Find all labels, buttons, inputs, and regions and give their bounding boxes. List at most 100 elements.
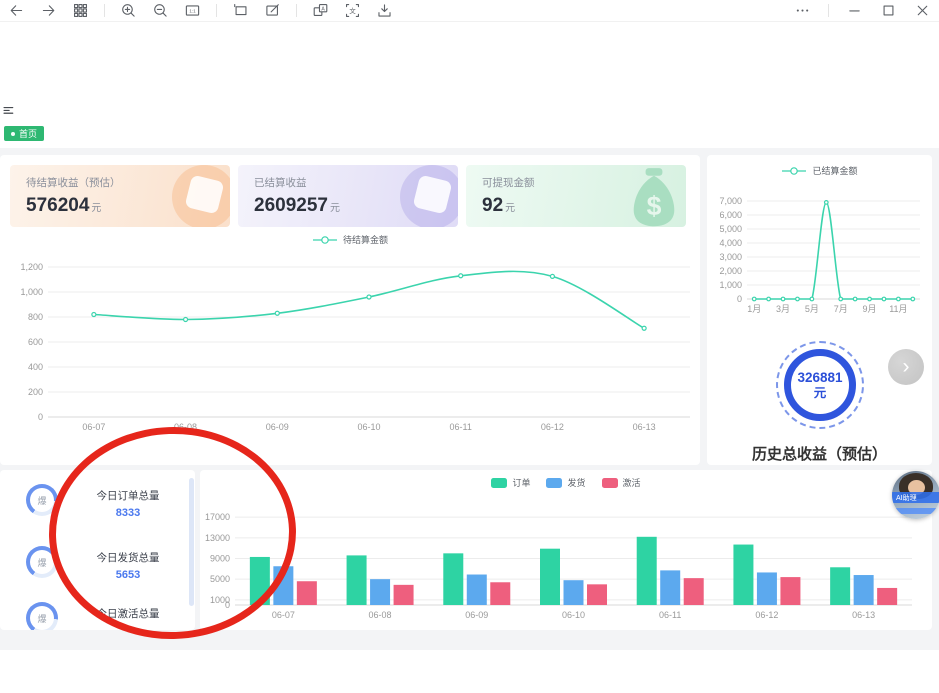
svg-text:4,000: 4,000 [719, 238, 742, 248]
tab-home[interactable]: 首页 [4, 126, 44, 141]
gauge-ring-icon: 爆 [26, 546, 58, 578]
history-total-unit: 元 [814, 386, 827, 400]
svg-text:1,200: 1,200 [20, 262, 43, 272]
legend-item-2[interactable]: 发货 [546, 476, 585, 489]
dashboard-content: 待结算收益（预估）576204元已结算收益2609257元$可提现金额92元 待… [0, 148, 939, 650]
settled-monthly-chart[interactable]: 01,0002,0003,0004,0005,0006,0007,0001月3月… [707, 179, 932, 331]
svg-text:11月: 11月 [889, 304, 907, 314]
edit-icon[interactable] [264, 2, 281, 19]
card-value: 2609257 [254, 195, 328, 216]
legend-label: 待结算金额 [343, 233, 388, 246]
svg-text:7月: 7月 [834, 304, 848, 314]
download-icon[interactable] [376, 2, 393, 19]
ai-assistant-substrip [892, 508, 939, 514]
today-stats-panel: 爆今日订单总量8333爆今日发货总量5653爆今日激活总量 [0, 470, 195, 630]
stat-value: 8333 [68, 507, 188, 519]
svg-text:3,000: 3,000 [719, 252, 742, 262]
svg-text:$: $ [647, 191, 662, 221]
zoom-out-icon[interactable] [152, 2, 169, 19]
legend-label: 订单 [512, 476, 530, 489]
svg-text:06-08: 06-08 [174, 422, 197, 432]
card-unit: 元 [505, 203, 515, 214]
svg-text:0: 0 [38, 412, 43, 422]
close-icon[interactable] [914, 2, 931, 19]
legend-item-3[interactable]: 激活 [602, 476, 641, 489]
svg-text:06-13: 06-13 [852, 610, 875, 620]
actual-size-icon[interactable]: 1:1 [184, 2, 201, 19]
toolbar-separator [104, 4, 105, 17]
apps-grid-icon[interactable] [72, 2, 89, 19]
legend-label: 激活 [623, 476, 641, 489]
summary-card-purple: 已结算收益2609257元 [238, 165, 458, 227]
translate-icon[interactable]: A [312, 2, 329, 19]
svg-text:1月: 1月 [747, 304, 761, 314]
history-total-ring: 326881 元 [776, 341, 864, 429]
ai-assistant-avatar[interactable]: AI助理 [892, 471, 939, 519]
svg-text:A: A [321, 6, 325, 12]
svg-text:06-12: 06-12 [755, 610, 778, 620]
gauge-badge: 爆 [26, 484, 58, 516]
svg-text:06-07: 06-07 [272, 610, 295, 620]
svg-text:5月: 5月 [805, 304, 819, 314]
svg-text:200: 200 [28, 387, 43, 397]
toolbar-separator [296, 4, 297, 17]
svg-text:800: 800 [28, 312, 43, 322]
forward-icon[interactable] [40, 2, 57, 19]
zoom-in-icon[interactable] [120, 2, 137, 19]
minimize-icon[interactable] [846, 2, 863, 19]
app-window: 1:1A文 首页 待结算收益（预估）576204元已结算收益2609257元$可… [0, 0, 939, 693]
collapse-menu-icon[interactable] [2, 104, 18, 120]
tab-home-label: 首页 [19, 127, 37, 140]
svg-text:06-08: 06-08 [369, 610, 392, 620]
toolbar-left-group: 1:1 A 文 [8, 2, 393, 19]
gauge-badge: 爆 [26, 602, 58, 630]
stats-scrollbar[interactable] [189, 478, 194, 606]
svg-text:2,000: 2,000 [719, 266, 742, 276]
svg-text:06-13: 06-13 [633, 422, 656, 432]
toolbar-separator [216, 4, 217, 17]
history-total-value: 326881 [797, 370, 842, 386]
svg-text:文: 文 [349, 6, 356, 15]
pending-settlement-chart[interactable]: 02004006008001,0001,20006-0706-0806-0906… [0, 247, 700, 447]
window-controls-group [794, 2, 931, 19]
legend-swatch-icon [491, 478, 507, 488]
svg-text:9000: 9000 [210, 554, 230, 564]
stat-value: 5653 [68, 569, 188, 581]
svg-text:06-11: 06-11 [659, 610, 681, 620]
text-select-icon[interactable]: 文 [344, 2, 361, 19]
daily-metrics-panel: 订单发货激活 0100050009000130001700006-0706-08… [200, 470, 932, 630]
gauge-ring-icon: 爆 [26, 602, 58, 630]
pending-settlement-legend[interactable]: 待结算金额 [0, 233, 700, 246]
line-legend-marker-icon [781, 166, 807, 176]
svg-text:9月: 9月 [863, 304, 877, 314]
daily-metrics-legend[interactable]: 订单 发货 激活 [200, 476, 932, 489]
maximize-icon[interactable] [880, 2, 897, 19]
more-icon[interactable] [794, 2, 811, 19]
legend-label: 发货 [567, 476, 585, 489]
summary-card-green: $可提现金额92元 [466, 165, 686, 227]
svg-text:06-09: 06-09 [465, 610, 488, 620]
card-unit: 元 [330, 203, 340, 214]
summary-cards: 待结算收益（预估）576204元已结算收益2609257元$可提现金额92元 [10, 165, 686, 227]
svg-text:13000: 13000 [205, 533, 230, 543]
line-legend-marker-icon [312, 235, 338, 245]
svg-text:06-09: 06-09 [266, 422, 289, 432]
legend-swatch-icon [546, 478, 562, 488]
legend-label: 已结算金额 [812, 164, 857, 177]
settled-monthly-legend[interactable]: 已结算金额 [707, 164, 932, 177]
svg-text:06-11: 06-11 [450, 422, 472, 432]
svg-text:6,000: 6,000 [719, 210, 742, 220]
back-icon[interactable] [8, 2, 25, 19]
legend-item-1[interactable]: 订单 [491, 476, 530, 489]
svg-text:17000: 17000 [205, 512, 230, 522]
card-value: 576204 [26, 195, 89, 216]
svg-text:06-10: 06-10 [562, 610, 585, 620]
screenshot-icon[interactable] [232, 2, 249, 19]
gauge-badge: 爆 [26, 546, 58, 578]
next-slide-button[interactable]: › [888, 349, 924, 385]
browser-toolbar: 1:1 A 文 [0, 0, 939, 22]
svg-text:3月: 3月 [776, 304, 790, 314]
svg-text:1,000: 1,000 [20, 287, 43, 297]
daily-metrics-bar-chart[interactable]: 0100050009000130001700006-0706-0806-0906… [200, 490, 932, 630]
stat-label: 今日激活总量 [68, 606, 188, 621]
